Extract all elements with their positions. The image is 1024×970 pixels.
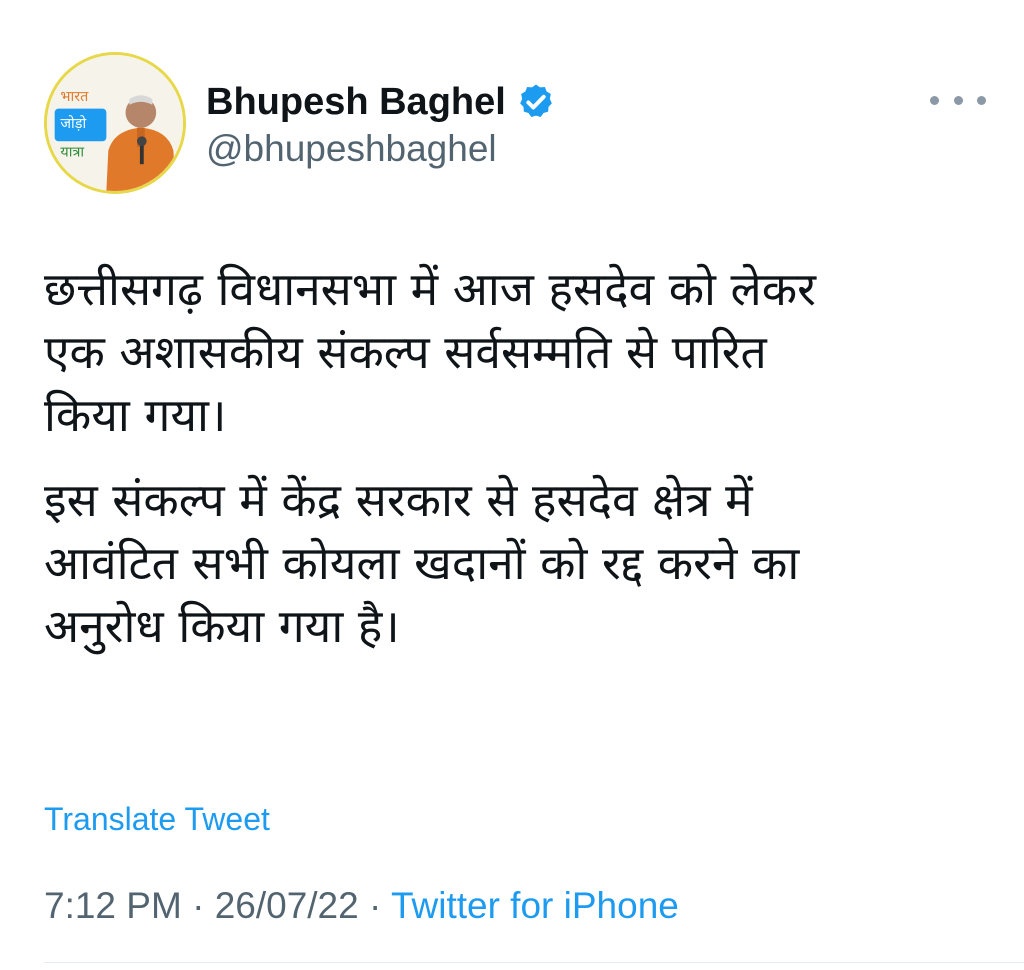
more-dot [930, 95, 939, 105]
tweet-paragraph-2: इस संकल्प में केंद्र सरकार से हसदेव क्षे… [44, 473, 800, 653]
tweet-text: छत्तीसगढ़ विधानसभा में आज हसदेव को लेकर … [44, 258, 994, 680]
tweet-paragraph-1: छत्तीसगढ़ विधानसभा में आज हसदेव को लेकर … [44, 262, 816, 442]
tweet-date[interactable]: 26/07/22 [215, 885, 359, 926]
avatar-badge-line-2: जोड़ो [60, 115, 86, 132]
display-name[interactable]: Bhupesh Baghel [206, 83, 506, 121]
verified-badge-icon [519, 84, 552, 117]
translate-tweet-link[interactable]: Translate Tweet [44, 803, 270, 835]
avatar[interactable]: भारत जोड़ो यात्रा [44, 52, 186, 194]
author-name-row: Bhupesh Baghel [206, 76, 556, 128]
avatar-badge-line-3: यात्रा [60, 145, 84, 161]
divider [44, 962, 1024, 963]
avatar-badge-line-1: भारत [60, 89, 89, 105]
profile-photo-icon: भारत जोड़ो यात्रा [47, 55, 183, 191]
username-handle[interactable]: @bhupeshbaghel [206, 130, 497, 167]
tweet-time[interactable]: 7:12 PM [44, 885, 182, 926]
meta-separator: · [358, 885, 391, 926]
tweet-metadata: 7:12 PM · 26/07/22 · Twitter for iPhone [44, 887, 679, 924]
more-dot [953, 95, 963, 105]
tweet-source-link[interactable]: Twitter for iPhone [391, 885, 679, 926]
more-dot [977, 95, 986, 105]
more-options-icon[interactable] [930, 84, 986, 116]
meta-separator: · [181, 885, 215, 926]
